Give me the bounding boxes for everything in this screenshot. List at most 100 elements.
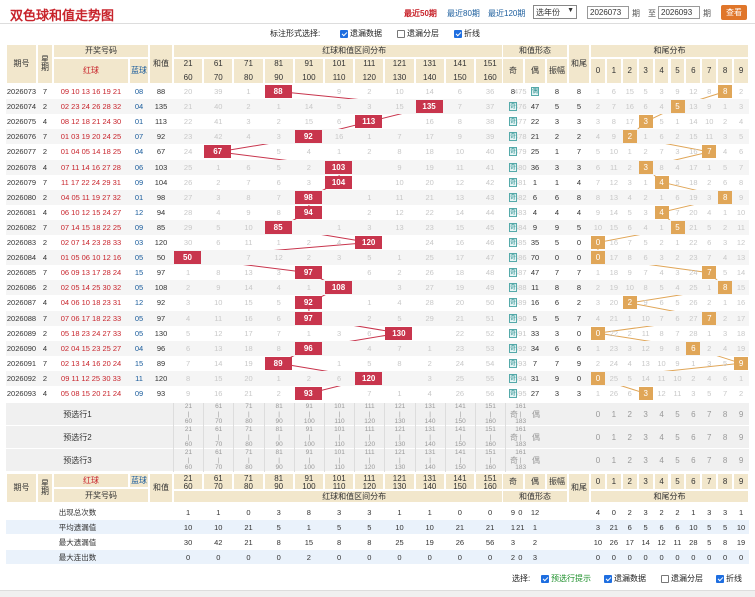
preselect-range-cell[interactable]: 151 | 160 [475, 449, 505, 473]
preselect-range-cell[interactable]: 21 | 60 [173, 449, 203, 473]
sum-range-header-bottom: 21 60 [173, 473, 204, 491]
preselect-range-cell[interactable]: 71 | 80 [233, 426, 263, 450]
preselect-tail-digit[interactable]: 1 [606, 403, 622, 426]
horizontal-scrollbar[interactable] [0, 590, 755, 597]
preselect-tail-digit[interactable]: 3 [638, 403, 654, 426]
preselect-tail-digit[interactable]: 4 [654, 403, 670, 426]
preselect-tail-digit[interactable]: 8 [717, 449, 733, 472]
preselect-row[interactable]: 预选行1 21 | 60 61 | 70 71 | 80 81 | 90 91 | 100 101 | 110 111… [6, 403, 749, 427]
preselect-tail-digit[interactable]: 6 [685, 426, 701, 449]
preselect-even[interactable]: 偶 [524, 426, 548, 449]
preselect-tail-digit[interactable]: 3 [638, 426, 654, 449]
preselect-tail-digit[interactable]: 1 [606, 449, 622, 472]
preselect-range-cell[interactable]: 141 | 150 [444, 426, 475, 450]
preselect-range-cell[interactable]: 111 | 120 [354, 426, 384, 450]
option-miss-layer[interactable]: 遗漏分层 [397, 28, 439, 39]
preselect-range-cell[interactable]: 121 | 130 [384, 403, 414, 427]
preselect-tail-digit[interactable]: 0 [590, 449, 606, 472]
preselect-tail-digit[interactable]: 6 [685, 403, 701, 426]
year-select[interactable]: 选年份 ▼ [533, 5, 577, 19]
preselect-tail-digit[interactable]: 1 [606, 426, 622, 449]
preselect-tail-digit[interactable]: 5 [670, 403, 686, 426]
preselect-range-cell[interactable]: 91 | 100 [293, 403, 324, 427]
preselect-tail-digit[interactable]: 0 [590, 426, 606, 449]
preselect-range-cell[interactable]: 131 | 140 [414, 449, 445, 473]
preselect-range-cell[interactable]: 81 | 90 [263, 426, 294, 450]
preselect-range-cell[interactable]: 121 | 130 [384, 426, 414, 450]
preselect-tail-digit[interactable]: 7 [701, 403, 717, 426]
preselect-range-cell[interactable]: 91 | 100 [293, 449, 324, 473]
preselect-range-cell[interactable]: 71 | 80 [233, 403, 263, 427]
preselect-range-cell[interactable]: 101 | 110 [324, 449, 354, 473]
checkbox-footer-line[interactable] [716, 574, 724, 583]
preselect-tail-digit[interactable]: 4 [654, 449, 670, 472]
checkbox-preselect[interactable] [541, 574, 549, 583]
checkbox-footer-miss[interactable] [604, 574, 612, 583]
preselect-range-cell[interactable]: 131 | 140 [414, 426, 445, 450]
preselect-range-cell[interactable]: 61 | 70 [203, 449, 233, 473]
footer-opt-line[interactable]: 折线 [716, 573, 742, 584]
preselect-tail-digit[interactable]: 7 [701, 426, 717, 449]
preselect-range-cell[interactable]: 141 | 150 [444, 403, 475, 427]
preselect-range-cell[interactable]: 61 | 70 [203, 403, 233, 427]
footer-opt-preselect[interactable]: 预选行提示 [541, 573, 591, 584]
preselect-range-cell[interactable]: 151 | 160 [475, 426, 505, 450]
preselect-odd[interactable]: 奇 [502, 449, 526, 472]
preselect-tail-digit[interactable]: 3 [638, 449, 654, 472]
preselect-tail-digit[interactable]: 9 [733, 449, 749, 472]
preselect-range-cell[interactable]: 21 | 60 [173, 403, 203, 427]
preselect-range-cell[interactable]: 81 | 90 [263, 449, 294, 473]
tail-miss-value: 1 [738, 373, 744, 383]
preselect-range-cell[interactable]: 151 | 160 [475, 403, 505, 427]
preselect-odd[interactable]: 奇 [502, 426, 526, 449]
preselect-tail-digit[interactable]: 9 [733, 426, 749, 449]
preselect-tail-digit[interactable]: 2 [622, 426, 638, 449]
preselect-tail-digit[interactable]: 4 [654, 426, 670, 449]
preselect-range-cell[interactable]: 71 | 80 [233, 449, 263, 473]
preselect-tail-digit[interactable]: 0 [590, 403, 606, 426]
preselect-tail-digit[interactable]: 5 [670, 426, 686, 449]
preselect-range-cell[interactable]: 101 | 110 [324, 426, 354, 450]
preselect-tail-digit[interactable]: 2 [622, 449, 638, 472]
preselect-tail-digit[interactable]: 2 [622, 403, 638, 426]
preselect-row[interactable]: 预选行2 21 | 60 61 | 70 71 | 80 81 | 90 91 | 100 101 | 110 111… [6, 426, 749, 450]
preselect-odd[interactable]: 奇 [502, 403, 526, 426]
preselect-even[interactable]: 偶 [524, 449, 548, 472]
to-issue-input[interactable]: 2026093 [658, 6, 700, 19]
preselect-even[interactable]: 偶 [524, 403, 548, 426]
preselect-range-cell[interactable]: 91 | 100 [293, 426, 324, 450]
preselect-range-cell[interactable]: 111 | 120 [354, 403, 384, 427]
preselect-range-cell[interactable]: 131 | 140 [414, 403, 445, 427]
recent-120-link[interactable]: 最近120期 [488, 8, 525, 19]
preselect-tail-digit[interactable]: 5 [670, 449, 686, 472]
preselect-tail-digit[interactable]: 8 [717, 403, 733, 426]
preselect-tail-digit[interactable]: 9 [733, 403, 749, 426]
option-miss-data[interactable]: 遗漏数据 [340, 28, 382, 39]
preselect-range-cell[interactable]: 61 | 70 [203, 426, 233, 450]
checkbox-footer-layer[interactable] [661, 574, 669, 583]
preselect-row[interactable]: 预选行3 21 | 60 61 | 70 71 | 80 81 | 90 91 | 100 101 | 110 111… [6, 449, 749, 473]
recent-80-link[interactable]: 最近80期 [447, 8, 480, 19]
preselect-range-cell[interactable]: 101 | 110 [324, 403, 354, 427]
footer-opt-layer[interactable]: 遗漏分层 [661, 573, 703, 584]
even-header-bottom: 偶 [524, 473, 546, 491]
preselect-range-cell[interactable]: 21 | 60 [173, 426, 203, 450]
recent-50-link[interactable]: 最近50期 [404, 8, 437, 19]
miss-value: 6 [276, 313, 281, 323]
checkbox-polyline[interactable] [454, 29, 462, 38]
from-issue-input[interactable]: 2026073 [587, 6, 629, 19]
query-button[interactable]: 查看 [721, 5, 747, 20]
preselect-range-cell[interactable]: 121 | 130 [384, 449, 414, 473]
preselect-tail-digit[interactable]: 6 [685, 449, 701, 472]
issue-header[interactable]: 期号 [6, 44, 37, 84]
checkbox-miss-data[interactable] [340, 29, 348, 38]
checkbox-miss-layer[interactable] [397, 29, 405, 38]
footer-opt-miss[interactable]: 遗漏数据 [604, 573, 646, 584]
tail-value: 3 [576, 162, 582, 172]
preselect-range-cell[interactable]: 81 | 90 [263, 403, 294, 427]
preselect-range-cell[interactable]: 141 | 150 [444, 449, 475, 473]
preselect-tail-digit[interactable]: 8 [717, 426, 733, 449]
option-polyline[interactable]: 折线 [454, 28, 480, 39]
preselect-tail-digit[interactable]: 7 [701, 449, 717, 472]
preselect-range-cell[interactable]: 111 | 120 [354, 449, 384, 473]
